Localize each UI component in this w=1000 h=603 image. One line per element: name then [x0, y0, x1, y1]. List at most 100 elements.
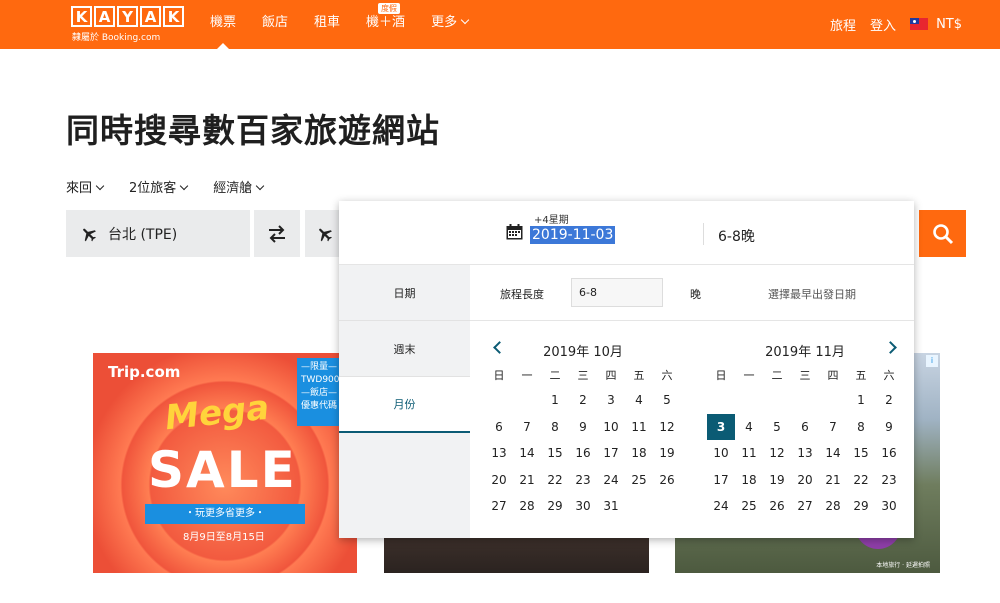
calendar-icon [506, 224, 523, 240]
weekday-header: 三 [577, 369, 589, 382]
calendar-day[interactable]: 24 [597, 467, 625, 494]
origin-field[interactable]: 台北 (TPE) [66, 210, 250, 257]
calendar-day-selected[interactable]: 3 [707, 413, 735, 440]
calendar-grid: 日一二三四五六 1 2 3 4 5 6 7 8 9 10 11 12 13 14 15 16 17 18 19 20 21… [485, 363, 681, 520]
calendar-day[interactable]: 13 [485, 440, 513, 467]
kayak-logo[interactable]: KAYAK [71, 6, 186, 27]
calendar-day[interactable]: 12 [763, 440, 791, 467]
nav-item[interactable]: 機＋酒 度假 [366, 0, 405, 49]
calendar-day[interactable]: 15 [541, 440, 569, 467]
date-mode-tab[interactable]: 日期 [339, 265, 470, 321]
calendar-day[interactable]: 6 [791, 414, 819, 441]
calendar-day[interactable]: 1 [541, 387, 569, 414]
nav-item[interactable]: 機票 [210, 0, 236, 49]
currency-selector[interactable]: NT$ [910, 17, 962, 32]
calendar-day[interactable]: 2 [875, 387, 903, 414]
calendar-day[interactable]: 8 [847, 414, 875, 441]
calendar-day[interactable]: 17 [707, 467, 735, 494]
search-button[interactable] [919, 210, 966, 257]
calendar-day[interactable]: 4 [735, 414, 763, 441]
tripcom-ad-banner[interactable]: Trip.com Mega SALE ・玩更多省更多・ 8月9日至8月15日 —… [93, 353, 357, 573]
calendar-day[interactable]: 14 [819, 440, 847, 467]
calendar-day[interactable]: 23 [569, 467, 597, 494]
nights-input[interactable]: 6-8晚 [718, 226, 755, 246]
calendar-day[interactable]: 21 [819, 467, 847, 494]
search-options: 來回 2位旅客 經濟艙 [66, 177, 289, 196]
calendar-day[interactable]: 5 [653, 387, 681, 414]
calendar-day[interactable]: 29 [541, 493, 569, 520]
calendar-month: 2019年 10月日一二三四五六 1 2 3 4 5 6 7 8 9 10 11 12 13 14 15 16 1… [485, 341, 681, 520]
trips-link[interactable]: 旅程 [830, 15, 856, 34]
search-option-dropdown[interactable]: 2位旅客 [129, 177, 189, 196]
calendar-day[interactable]: 16 [569, 440, 597, 467]
calendar-day[interactable]: 19 [763, 467, 791, 494]
calendar-day[interactable]: 31 [597, 493, 625, 520]
nav-item[interactable]: 更多 [431, 0, 470, 49]
date-mode-tab[interactable]: 月份 [339, 377, 470, 433]
trip-length-input[interactable]: 6-8 [571, 278, 663, 307]
calendar-empty-cell [791, 387, 819, 414]
calendar-day[interactable]: 22 [847, 467, 875, 494]
calendar-day[interactable]: 15 [847, 440, 875, 467]
calendar-day[interactable]: 9 [569, 414, 597, 441]
swap-button[interactable] [254, 210, 300, 257]
weekday-header: 五 [855, 369, 867, 382]
calendar-day[interactable]: 22 [541, 467, 569, 494]
calendar-day[interactable]: 8 [541, 414, 569, 441]
nav-item[interactable]: 租車 [314, 0, 340, 49]
calendar-day[interactable]: 26 [653, 467, 681, 494]
calendar-day[interactable]: 10 [597, 414, 625, 441]
nav-item[interactable]: 飯店 [262, 0, 288, 49]
calendar-day[interactable]: 18 [625, 440, 653, 467]
main-nav: 機票 飯店 租車 機＋酒 度假 更多 [210, 0, 494, 49]
calendar-day[interactable]: 30 [875, 493, 903, 520]
search-option-dropdown[interactable]: 來回 [66, 177, 105, 196]
calendar-day[interactable]: 14 [513, 440, 541, 467]
date-mode-tab[interactable]: 週末 [339, 321, 470, 377]
logo-letter: A [94, 6, 115, 27]
search-option-dropdown[interactable]: 經濟艙 [213, 177, 265, 196]
calendar-day[interactable]: 24 [707, 493, 735, 520]
swap-icon [269, 224, 285, 243]
calendar-day[interactable]: 6 [485, 414, 513, 441]
calendar-day[interactable]: 13 [791, 440, 819, 467]
calendar-day[interactable]: 29 [847, 493, 875, 520]
login-link[interactable]: 登入 [870, 15, 896, 34]
calendar-day[interactable]: 1 [847, 387, 875, 414]
calendar-day[interactable]: 27 [791, 493, 819, 520]
calendar-day[interactable]: 28 [819, 493, 847, 520]
calendar-day[interactable]: 9 [875, 414, 903, 441]
calendar-day[interactable]: 27 [485, 493, 513, 520]
calendar-day[interactable]: 11 [625, 414, 653, 441]
calendar-day[interactable]: 11 [735, 440, 763, 467]
calendar-month: 2019年 11月日一二三四五六 1 2 3 4 5 6 7 8 9 10 11 12 13 14 15 16 1… [707, 341, 903, 520]
calendar-day[interactable]: 17 [597, 440, 625, 467]
calendar-day[interactable]: 20 [485, 467, 513, 494]
weekday-header: 三 [799, 369, 811, 382]
calendar-day[interactable]: 25 [625, 467, 653, 494]
calendar-day[interactable]: 12 [653, 414, 681, 441]
calendar-day[interactable]: 10 [707, 440, 735, 467]
calendar-day[interactable]: 19 [653, 440, 681, 467]
calendar-day[interactable]: 4 [625, 387, 653, 414]
calendar-day[interactable]: 26 [763, 493, 791, 520]
weekday-header: 一 [521, 369, 533, 382]
adchoices-icon[interactable]: i [926, 355, 938, 367]
calendar-day[interactable]: 23 [875, 467, 903, 494]
calendar-day[interactable]: 20 [791, 467, 819, 494]
plane-icon [319, 228, 332, 241]
departure-date-input[interactable]: 2019-11-03 [530, 226, 616, 244]
weekday-header: 二 [771, 369, 783, 382]
calendar-day[interactable]: 7 [819, 414, 847, 441]
calendar-day[interactable]: 5 [763, 414, 791, 441]
calendar-day[interactable]: 18 [735, 467, 763, 494]
calendar-day[interactable]: 2 [569, 387, 597, 414]
calendar-day[interactable]: 7 [513, 414, 541, 441]
calendar-day[interactable]: 3 [597, 387, 625, 414]
calendar-day[interactable]: 25 [735, 493, 763, 520]
chevron-down-icon [180, 181, 189, 191]
calendar-day[interactable]: 21 [513, 467, 541, 494]
calendar-day[interactable]: 28 [513, 493, 541, 520]
calendar-day[interactable]: 16 [875, 440, 903, 467]
calendar-day[interactable]: 30 [569, 493, 597, 520]
